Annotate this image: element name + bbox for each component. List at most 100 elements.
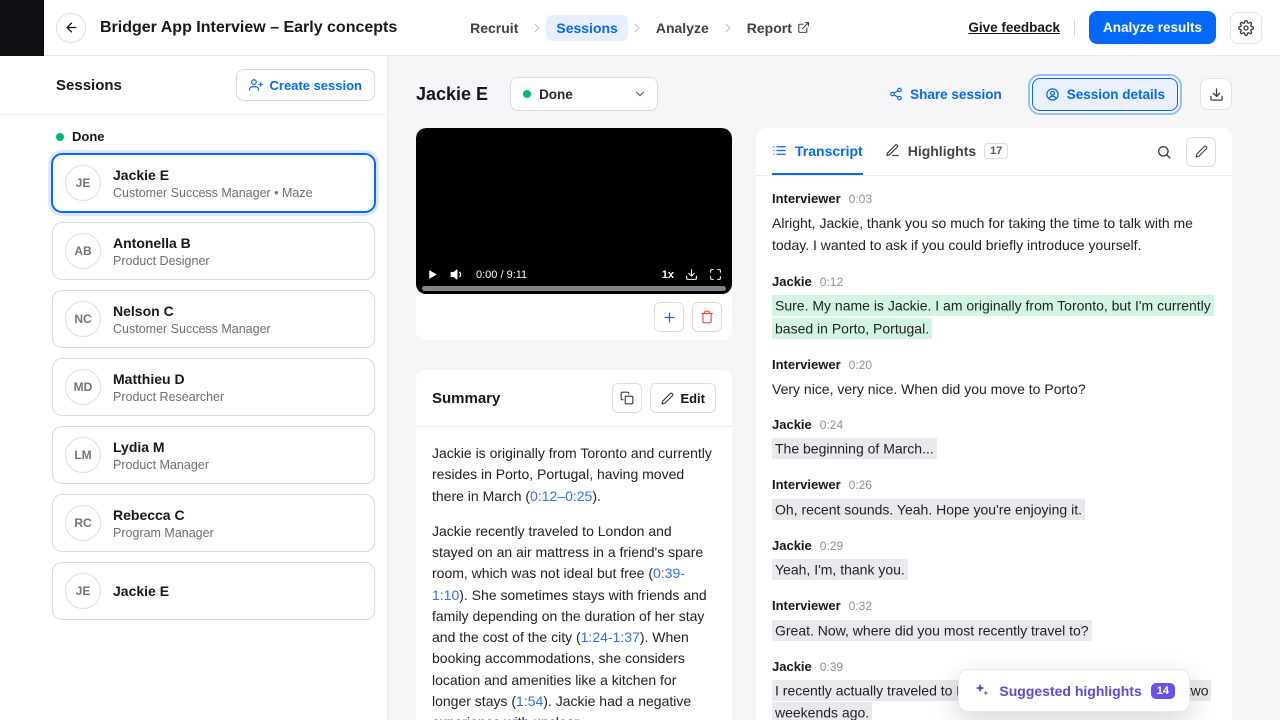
session-card[interactable]: NC Nelson C Customer Success Manager [52,290,375,348]
session-title: Jackie E [416,83,489,104]
volume-button[interactable] [450,267,465,282]
fullscreen-button[interactable] [709,268,722,281]
back-arrow-icon [66,22,76,33]
tab-highlights[interactable]: Highlights 17 [885,128,1009,175]
summary-paragraph: Jackie recently traveled to London and s… [432,522,707,720]
highlighted-text[interactable]: Sure. My name is Jackie. I am originally… [772,295,1214,339]
session-card[interactable]: AB Antonella B Product Designer [52,222,375,280]
highlighted-text[interactable]: Yeah, I'm, thank you. [772,559,908,581]
avatar: MD [65,369,101,405]
session-card[interactable]: JE Jackie E Customer Success Manager • Maz… [52,154,375,212]
breadcrumb-item-recruit[interactable]: Recruit [460,15,528,41]
summary-card: Summary Edit Jackie is originally from T… [416,370,732,720]
copy-summary-button[interactable] [612,383,643,413]
add-clip-button[interactable] [654,302,684,332]
entry-timestamp: 0:20 [848,357,873,372]
breadcrumb: Recruit Sessions Analyze Report [460,14,820,41]
app-logo[interactable] [0,0,44,56]
download-session-button[interactable] [1200,78,1232,110]
topbar-actions: Give feedback Analyze results [968,11,1280,44]
transcript-entry-header: Jackie 0:29 [772,537,1216,553]
session-role: Customer Success Manager [113,321,271,336]
timestamp-link[interactable]: 0:39-1:10 [432,565,685,602]
back-button[interactable] [56,12,86,43]
sessions-sidebar: Sessions Create session Done JE Jackie E C… [0,56,388,720]
tab-transcript[interactable]: Transcript [772,128,863,175]
breadcrumb-label: Sessions [556,19,618,36]
entry-timestamp: 0:29 [819,538,844,553]
status-section-label: Done [0,115,387,154]
status-value: Done [539,86,573,102]
transcript-tabbar: Transcript Highlights 17 [756,128,1232,176]
delete-button[interactable] [692,302,722,332]
session-details-button[interactable]: Session details [1027,73,1183,115]
suggested-highlights-button[interactable]: Suggested highlights 14 [958,669,1190,712]
playback-speed-button[interactable]: 1x [662,269,674,281]
session-card[interactable]: LM Lydia M Product Manager [52,426,375,484]
highlighted-text[interactable]: Great. Now, where did you most recently … [772,619,1092,641]
breadcrumb-item-report[interactable]: Report [737,15,820,41]
breadcrumb-item-analyze[interactable]: Analyze [646,15,719,41]
user-plus-icon [248,79,263,91]
transcript-text: Very nice, very nice. When did you move … [772,380,1086,397]
video-timestamp: 0:00 / 9:11 [476,268,528,281]
highlights-count-badge: 17 [984,142,1009,159]
video-player[interactable]: 0:00 / 9:11 1x [416,128,732,294]
play-button[interactable] [426,268,439,281]
done-status-dot [56,132,64,141]
pencil-icon [661,392,674,404]
entry-timestamp: 0:39 [819,659,844,674]
timestamp-link[interactable]: 1:24-1:37 [581,629,640,645]
trash-icon [701,310,713,324]
session-info: Nelson C Customer Success Manager [113,303,271,336]
avatar: LM [65,437,101,473]
main-panel: Jackie E Done Share session Session deta… [388,56,1280,720]
fullscreen-icon [710,269,721,280]
analyze-results-button[interactable]: Analyze results [1088,11,1216,44]
share-session-button[interactable]: Share session [881,79,1010,110]
breadcrumb-item-sessions[interactable]: Sessions [546,14,628,41]
search-transcript-button[interactable] [1152,140,1176,164]
transcript-entry-header: Jackie 0:24 [772,416,1216,432]
summary-header: Summary Edit [416,370,732,427]
speaker-name: Jackie [772,416,812,432]
suggested-highlights-count: 14 [1150,682,1175,699]
video-scrubber[interactable] [422,286,726,291]
transcript-entry: Interviewer 0:26 Oh, recent sounds. Yeah. … [772,476,1216,520]
share-icon [890,87,902,101]
status-dot [523,90,532,98]
transcript-text: Alright, Jackie, thank you so much for t… [772,215,1193,254]
transcript-actions [1152,136,1216,167]
avatar: NC [65,301,101,337]
create-session-button[interactable]: Create session [235,69,375,101]
entry-timestamp: 0:24 [819,417,844,432]
video-download-button[interactable] [685,268,698,281]
highlighted-text[interactable]: Oh, recent sounds. Yeah. Hope you're enj… [772,498,1085,520]
give-feedback-link[interactable]: Give feedback [968,20,1060,35]
session-details-icon [1045,87,1059,101]
transcript-entry-header: Interviewer 0:26 [772,476,1216,492]
session-info: Lydia M Product Manager [113,439,209,472]
session-name: Lydia M [113,438,165,455]
transcript-entry: Jackie 0:24 The beginning of March... [772,416,1216,460]
speaker-name: Interviewer [772,191,841,206]
highlighted-text[interactable]: The beginning of March... [772,438,937,460]
edit-transcript-button[interactable] [1186,136,1216,167]
session-name: Rebecca C [113,506,185,523]
session-card[interactable]: JE Jackie E [52,562,375,620]
edit-summary-button[interactable]: Edit [650,383,716,413]
timestamp-link[interactable]: 0:12–0:25 [530,488,592,504]
session-card[interactable]: MD Matthieu D Product Researcher [52,358,375,416]
transcript-entry-header: Interviewer 0:03 [772,190,1216,206]
session-info: Jackie E Customer Success Manager • Maze [113,167,313,200]
transcript-panel: Transcript Highlights 17 Interviewer 0:0… [756,128,1232,720]
settings-button[interactable] [1230,11,1262,44]
share-session-label: Share session [910,86,1002,102]
sidebar-title: Sessions [56,76,122,94]
transcript-text: Sure. My name is Jackie. I am originally… [772,295,1216,340]
status-dropdown[interactable]: Done [510,77,659,111]
transcript-text: The beginning of March... [772,438,1216,460]
session-card[interactable]: RC Rebecca C Program Manager [52,494,375,552]
timestamp-link[interactable]: 1:54 [516,693,543,709]
transcript-entry-header: Interviewer 0:32 [772,597,1216,613]
